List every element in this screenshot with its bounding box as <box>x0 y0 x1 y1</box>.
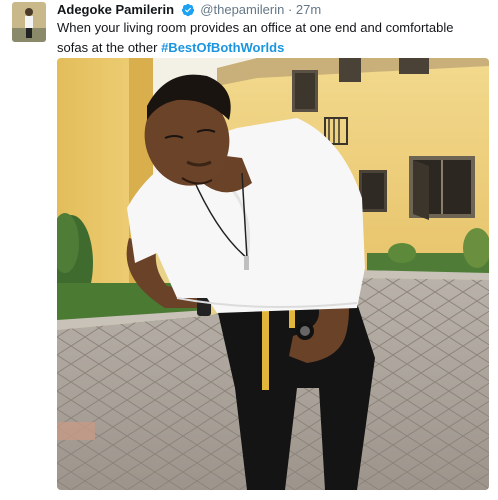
display-name[interactable]: Adegoke Pamilerin <box>57 2 174 17</box>
meta-separator: · <box>287 2 293 17</box>
verified-badge-icon <box>181 3 194 17</box>
avatar-image <box>12 2 46 42</box>
tweet-card: Adegoke Pamilerin @thepamilerin · 27m Wh… <box>0 0 498 500</box>
tweet-text: When your living room provides an office… <box>57 18 487 58</box>
hashtag-link[interactable]: #BestOfBothWorlds <box>161 40 284 55</box>
avatar[interactable] <box>12 2 46 42</box>
user-handle[interactable]: @thepamilerin <box>200 2 284 17</box>
photo-illustration <box>57 58 489 490</box>
tweet-header: Adegoke Pamilerin @thepamilerin · 27m <box>57 2 321 18</box>
tweet-timestamp[interactable]: 27m <box>296 2 321 17</box>
tweet-photo[interactable] <box>57 58 489 490</box>
